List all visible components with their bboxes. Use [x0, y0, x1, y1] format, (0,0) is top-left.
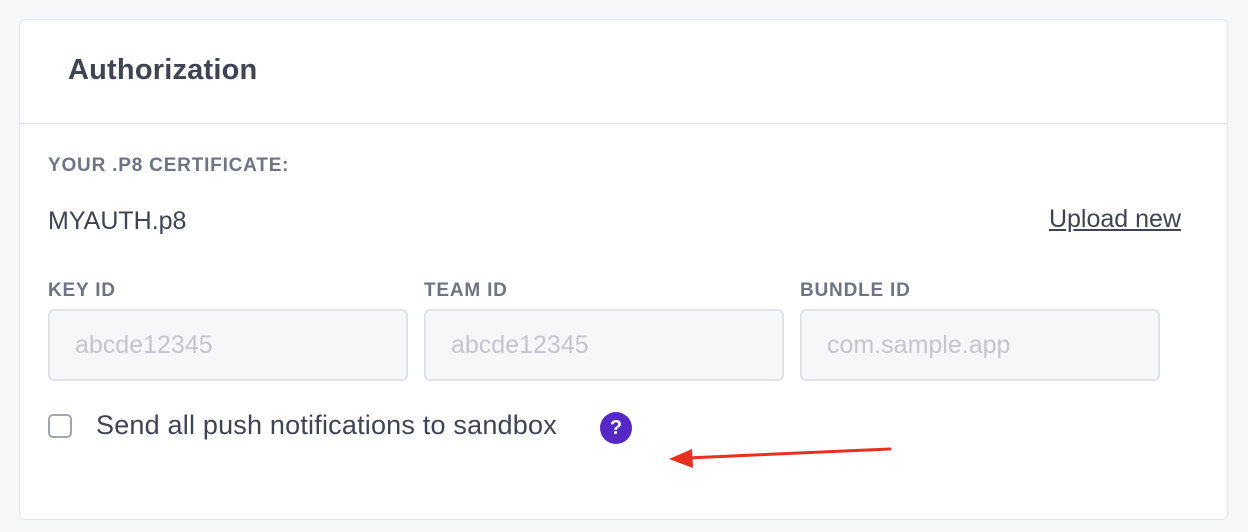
key-id-label: KEY ID [48, 280, 116, 301]
key-id-input[interactable] [48, 309, 408, 381]
sandbox-checkbox-label: Send all push notifications to sandbox [96, 410, 557, 440]
upload-new-link[interactable]: Upload new [1049, 205, 1181, 234]
card-header: Authorization [20, 20, 1227, 124]
bundle-id-label: BUNDLE ID [800, 280, 911, 301]
authorization-card: Authorization [19, 19, 1228, 520]
team-id-label: TEAM ID [424, 280, 508, 301]
question-mark-circle-icon[interactable]: ? [600, 412, 632, 444]
card-title: Authorization [68, 54, 258, 86]
arrow-left-icon [669, 447, 892, 468]
team-id-input[interactable] [424, 309, 784, 381]
certificate-label: YOUR .P8 CERTIFICATE: [48, 155, 290, 176]
sandbox-checkbox[interactable] [48, 414, 72, 438]
certificate-file-name: MYAUTH.p8 [48, 207, 187, 235]
bundle-id-input[interactable] [800, 309, 1160, 381]
